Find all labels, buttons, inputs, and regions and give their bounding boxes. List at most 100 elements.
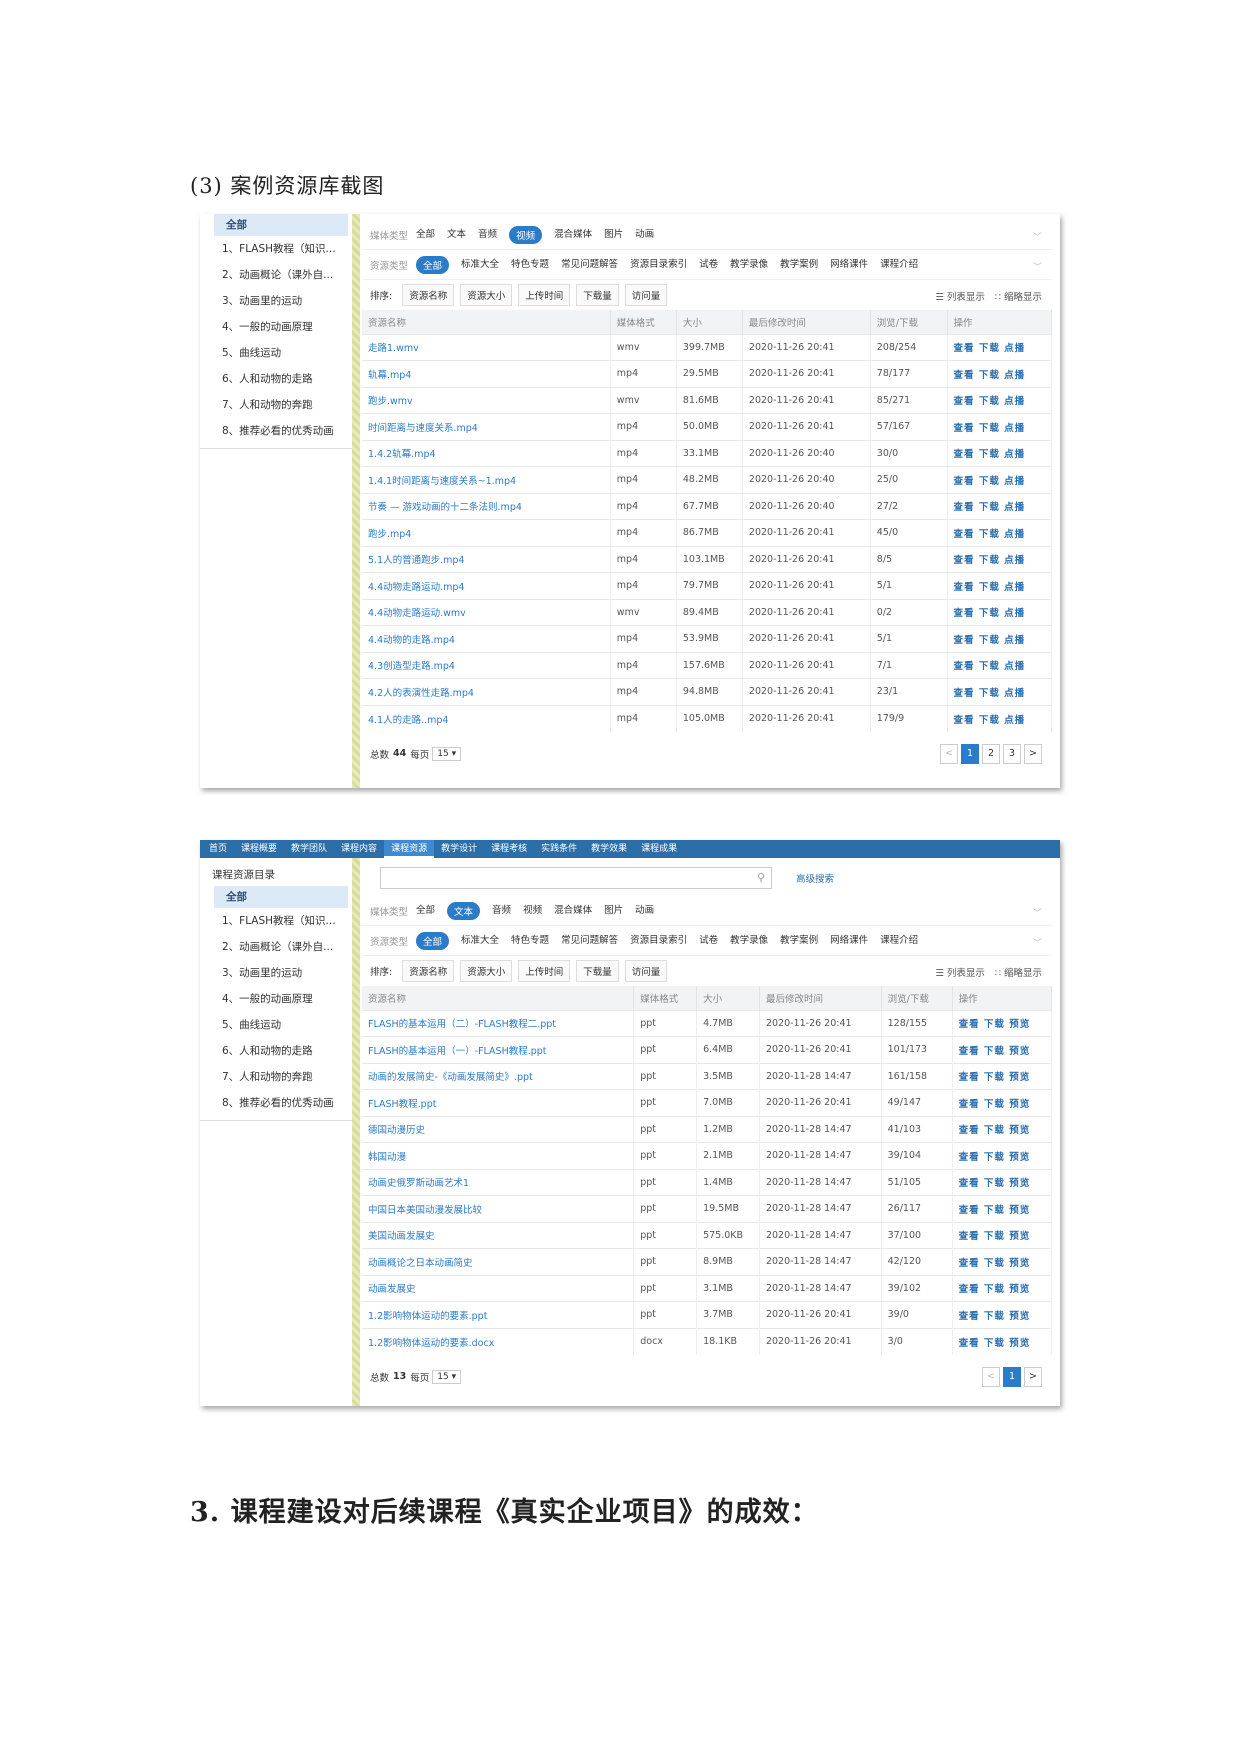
row-actions[interactable]: 查看 下载 预览 (952, 1089, 1053, 1116)
resource-name-link[interactable]: 跑步.wmv (362, 386, 611, 414)
resource-type-option-1[interactable]: 标准大全 (461, 256, 499, 274)
sidebar-splitter[interactable] (352, 858, 360, 1406)
row-actions[interactable]: 查看 下载 点播 (947, 678, 1053, 705)
resource-name-link[interactable]: 韩国动漫 (362, 1142, 635, 1169)
per-page-select[interactable]: 15 ▾ (432, 1369, 462, 1384)
search-input[interactable]: ⚲ (380, 867, 772, 889)
next-page-button[interactable]: > (1024, 743, 1042, 764)
resource-name-link[interactable]: 1.2影响物体运动的要素.ppt (362, 1301, 635, 1328)
resource-name-link[interactable]: 1.4.1时间距离与速度关系~1.mp4 (362, 466, 611, 493)
sort-button-4[interactable]: 访问量 (624, 960, 668, 982)
page-button-1[interactable]: 1 (1003, 1366, 1021, 1387)
resource-name-link[interactable]: 5.1人的普通跑步.mp4 (362, 545, 611, 573)
resource-name-link[interactable]: 1.2影响物体运动的要素.docx (362, 1327, 635, 1355)
resource-type-option-6[interactable]: 教学录像 (730, 932, 768, 950)
list-view-button[interactable]: ☰ 列表显示 (935, 965, 985, 979)
resource-name-link[interactable]: 跑步.mp4 (362, 519, 611, 546)
media-type-option-4[interactable]: 混合媒体 (554, 902, 592, 920)
row-actions[interactable]: 查看 下载 点播 (947, 572, 1053, 599)
resource-name-link[interactable]: 动画发展史 (362, 1274, 635, 1302)
column-header-3[interactable]: 最后修改时间 (742, 310, 871, 334)
row-actions[interactable]: 查看 下载 预览 (952, 1115, 1053, 1143)
nav-item-6[interactable]: 课程考核 (484, 840, 534, 858)
resource-type-option-2[interactable]: 特色专题 (511, 256, 549, 274)
media-type-option-6[interactable]: 动画 (635, 226, 654, 244)
resource-name-link[interactable]: 时间距离与速度关系.mp4 (362, 413, 611, 440)
column-header-2[interactable]: 大小 (676, 310, 743, 334)
column-header-4[interactable]: 浏览/下载 (870, 310, 948, 334)
resource-type-option-0[interactable]: 全部 (416, 931, 450, 950)
sidebar-item-5[interactable]: 5、曲线运动 (200, 1012, 352, 1038)
sidebar-item-8[interactable]: 8、推荐必看的优秀动画 (200, 1090, 352, 1116)
resource-name-link[interactable]: 节奏 — 游戏动画的十二条法则.mp4 (362, 492, 611, 520)
sidebar-item-7[interactable]: 7、人和动物的奔跑 (200, 1064, 352, 1090)
row-actions[interactable]: 查看 下载 预览 (952, 1195, 1053, 1222)
sidebar-item-2[interactable]: 2、动画概论（课外自... (200, 934, 352, 960)
nav-item-1[interactable]: 课程概要 (234, 840, 284, 858)
resource-type-option-4[interactable]: 资源目录索引 (630, 256, 687, 274)
resource-name-link[interactable]: 4.1人的走路..mp4 (362, 704, 611, 732)
row-actions[interactable]: 查看 下载 点播 (947, 651, 1053, 679)
sort-button-1[interactable]: 资源大小 (460, 960, 513, 982)
row-actions[interactable]: 查看 下载 预览 (952, 1274, 1053, 1302)
resource-name-link[interactable]: FLASH教程.ppt (362, 1089, 635, 1116)
chevron-down-icon[interactable]: ﹀ (1033, 906, 1042, 919)
sidebar-splitter[interactable] (352, 214, 360, 788)
sidebar-item-3[interactable]: 3、动画里的运动 (200, 960, 352, 986)
column-header-1[interactable]: 媒体格式 (633, 986, 698, 1010)
resource-name-link[interactable]: 德国动漫历史 (362, 1115, 635, 1143)
resource-name-link[interactable]: 4.4动物走路运动.mp4 (362, 572, 611, 599)
sort-button-4[interactable]: 访问量 (624, 284, 668, 306)
resource-type-option-2[interactable]: 特色专题 (511, 932, 549, 950)
media-type-option-0[interactable]: 全部 (416, 902, 435, 920)
per-page-select[interactable]: 15 ▾ (432, 746, 462, 761)
row-actions[interactable]: 查看 下载 预览 (952, 1142, 1053, 1169)
sidebar-item-3[interactable]: 3、动画里的运动 (200, 288, 352, 314)
prev-page-button[interactable]: < (982, 1366, 1000, 1387)
resource-name-link[interactable]: 动画概论之日本动画简史 (362, 1248, 635, 1275)
sidebar-item-6[interactable]: 6、人和动物的走路 (200, 1038, 352, 1064)
resource-name-link[interactable]: 美国动画发展史 (362, 1221, 635, 1249)
resource-name-link[interactable]: 动画史俄罗斯动画艺术1 (362, 1168, 635, 1196)
row-actions[interactable]: 查看 下载 预览 (952, 1301, 1053, 1328)
sidebar-item-4[interactable]: 4、一般的动画原理 (200, 314, 352, 340)
row-actions[interactable]: 查看 下载 预览 (952, 1036, 1053, 1063)
page-button-2[interactable]: 2 (982, 743, 1000, 764)
sidebar-item-5[interactable]: 5、曲线运动 (200, 340, 352, 366)
sort-button-0[interactable]: 资源名称 (402, 960, 455, 982)
media-type-option-1[interactable]: 文本 (447, 226, 466, 244)
sort-button-2[interactable]: 上传时间 (518, 960, 571, 982)
resource-type-option-9[interactable]: 课程介绍 (880, 932, 918, 950)
resource-name-link[interactable]: 4.4动物走路运动.wmv (362, 598, 611, 626)
nav-item-3[interactable]: 课程内容 (334, 840, 384, 858)
column-header-0[interactable]: 资源名称 (362, 310, 611, 334)
resource-type-option-4[interactable]: 资源目录索引 (630, 932, 687, 950)
nav-item-9[interactable]: 课程成果 (634, 840, 684, 858)
sort-button-3[interactable]: 下载量 (576, 960, 619, 982)
row-actions[interactable]: 查看 下载 点播 (947, 333, 1053, 361)
column-header-0[interactable]: 资源名称 (362, 986, 635, 1010)
resource-type-option-1[interactable]: 标准大全 (461, 932, 499, 950)
row-actions[interactable]: 查看 下载 预览 (952, 1248, 1053, 1275)
sidebar-item-1[interactable]: 1、FLASH教程（知识... (200, 908, 352, 934)
row-actions[interactable]: 查看 下载 点播 (947, 413, 1053, 440)
resource-type-option-7[interactable]: 教学案例 (780, 932, 818, 950)
row-actions[interactable]: 查看 下载 预览 (952, 1221, 1053, 1249)
media-type-option-3[interactable]: 视频 (509, 225, 543, 244)
row-actions[interactable]: 查看 下载 点播 (947, 625, 1053, 652)
row-actions[interactable]: 查看 下载 预览 (952, 1009, 1053, 1037)
nav-item-8[interactable]: 教学效果 (584, 840, 634, 858)
resource-name-link[interactable]: 4.4动物的走路.mp4 (362, 625, 611, 652)
row-actions[interactable]: 查看 下载 点播 (947, 545, 1053, 573)
sidebar-item-6[interactable]: 6、人和动物的走路 (200, 366, 352, 392)
row-actions[interactable]: 查看 下载 点播 (947, 439, 1053, 467)
row-actions[interactable]: 查看 下载 预览 (952, 1062, 1053, 1090)
resource-type-option-0[interactable]: 全部 (416, 255, 450, 274)
resource-name-link[interactable]: 4.2人的表演性走路.mp4 (362, 678, 611, 705)
media-type-option-5[interactable]: 图片 (604, 902, 623, 920)
resource-type-option-9[interactable]: 课程介绍 (880, 256, 918, 274)
resource-type-option-6[interactable]: 教学录像 (730, 256, 768, 274)
nav-item-7[interactable]: 实践条件 (534, 840, 584, 858)
sidebar-item-4[interactable]: 4、一般的动画原理 (200, 986, 352, 1012)
sidebar-item-8[interactable]: 8、推荐必看的优秀动画 (200, 418, 352, 444)
